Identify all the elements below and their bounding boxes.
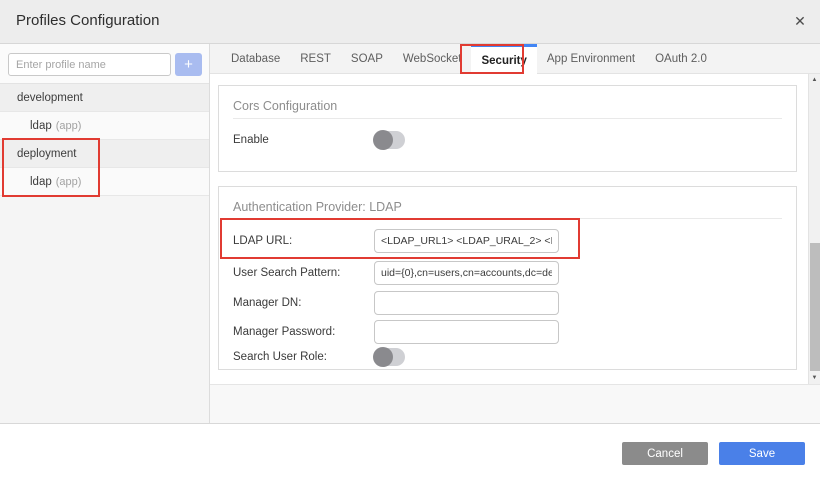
tab-soap[interactable]: SOAP bbox=[341, 44, 393, 73]
panel-bottom-strip bbox=[210, 384, 820, 423]
section-title: Authentication Provider: LDAP bbox=[233, 200, 402, 214]
sidebar-item-development[interactable]: development bbox=[0, 84, 209, 112]
sidebar-item-deployment[interactable]: deployment bbox=[0, 140, 209, 168]
sidebar-item-ldap-deployment[interactable]: ldap (app) bbox=[0, 168, 209, 196]
section-title: Cors Configuration bbox=[233, 99, 337, 113]
tab-oauth[interactable]: OAuth 2.0 bbox=[645, 44, 717, 73]
profile-type-suffix: (app) bbox=[56, 120, 82, 132]
section-divider bbox=[233, 118, 782, 119]
close-icon[interactable]: ✕ bbox=[789, 10, 811, 32]
cors-enable-toggle[interactable] bbox=[374, 131, 405, 149]
field-row-ldap-url: LDAP URL: bbox=[233, 229, 782, 253]
ldap-url-input[interactable] bbox=[374, 229, 559, 253]
dialog-header: Profiles Configuration ✕ bbox=[0, 0, 820, 44]
tab-database[interactable]: Database bbox=[221, 44, 290, 73]
search-user-role-toggle[interactable] bbox=[374, 348, 405, 366]
field-row-user-search-pattern: User Search Pattern: bbox=[233, 261, 782, 285]
tab-security[interactable]: Security bbox=[471, 44, 536, 74]
cancel-button[interactable]: Cancel bbox=[622, 442, 708, 465]
dialog-footer: Cancel Save bbox=[0, 423, 820, 480]
sidebar-item-ldap-development[interactable]: ldap (app) bbox=[0, 112, 209, 140]
security-tab-panel: Cors Configuration Enable Authentication… bbox=[210, 74, 820, 384]
scrollbar-thumb[interactable] bbox=[810, 243, 820, 371]
tab-websocket[interactable]: WebSocket bbox=[393, 44, 472, 73]
vertical-scrollbar[interactable]: ▲ ▼ bbox=[808, 74, 820, 384]
scroll-up-icon[interactable]: ▲ bbox=[809, 76, 820, 84]
field-label: User Search Pattern: bbox=[233, 267, 374, 279]
field-label: Manager Password: bbox=[233, 326, 374, 338]
field-label: Search User Role: bbox=[233, 351, 374, 363]
toggle-knob bbox=[373, 347, 393, 367]
field-row-manager-dn: Manager DN: bbox=[233, 291, 782, 315]
tab-app-environment[interactable]: App Environment bbox=[537, 44, 645, 73]
scroll-down-icon[interactable]: ▼ bbox=[809, 374, 820, 382]
authentication-provider-card: Authentication Provider: LDAP LDAP URL: … bbox=[218, 186, 797, 370]
dialog-title: Profiles Configuration bbox=[16, 12, 159, 29]
manager-password-input[interactable] bbox=[374, 320, 559, 344]
field-row-search-user-role: Search User Role: bbox=[233, 348, 782, 366]
field-label: LDAP URL: bbox=[233, 235, 374, 247]
profile-label: development bbox=[17, 92, 83, 104]
toggle-knob bbox=[373, 130, 393, 150]
field-label: Enable bbox=[233, 134, 374, 146]
profile-label: deployment bbox=[17, 148, 76, 160]
profile-label: ldap bbox=[30, 176, 52, 188]
cors-configuration-card: Cors Configuration Enable bbox=[218, 85, 797, 172]
profiles-configuration-dialog: Profiles Configuration ✕ + development l… bbox=[0, 0, 820, 480]
profile-add-row: + bbox=[0, 44, 209, 84]
profile-type-suffix: (app) bbox=[56, 176, 82, 188]
field-row-manager-password: Manager Password: bbox=[233, 320, 782, 344]
field-label: Manager DN: bbox=[233, 297, 374, 309]
profile-label: ldap bbox=[30, 120, 52, 132]
profiles-sidebar: + development ldap (app) deployment ldap… bbox=[0, 44, 210, 423]
save-button[interactable]: Save bbox=[719, 442, 805, 465]
field-row-enable: Enable bbox=[233, 131, 782, 149]
user-search-pattern-input[interactable] bbox=[374, 261, 559, 285]
manager-dn-input[interactable] bbox=[374, 291, 559, 315]
tab-rest[interactable]: REST bbox=[290, 44, 341, 73]
settings-tabbar: Database REST SOAP WebSocket Security Ap… bbox=[210, 44, 820, 74]
profile-name-input[interactable] bbox=[8, 53, 171, 76]
add-profile-button[interactable]: + bbox=[175, 53, 202, 76]
section-divider bbox=[233, 218, 782, 219]
